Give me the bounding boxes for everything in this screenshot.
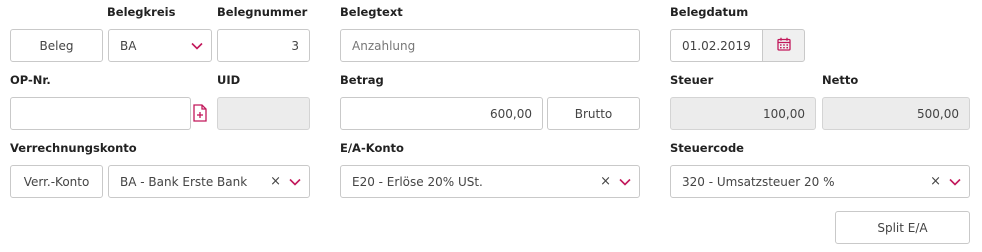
calendar-icon	[776, 37, 791, 54]
verrechnungskonto-value: BA - Bank Erste Bank	[120, 174, 248, 189]
betrag-input[interactable]: 600,00	[340, 97, 543, 130]
chevron-down-icon[interactable]	[619, 178, 631, 186]
clear-icon[interactable]: ×	[600, 175, 611, 188]
steuer-label: Steuer	[670, 73, 714, 87]
belegtext-placeholder: Anzahlung	[352, 38, 416, 53]
brutto-button-label: Brutto	[574, 106, 613, 121]
ea-konto-select[interactable]: E20 - Erlöse 20% USt. ×	[340, 165, 640, 198]
clear-icon[interactable]: ×	[930, 175, 941, 188]
belegdatum-label: Belegdatum	[670, 5, 749, 19]
uid-label: UID	[217, 73, 241, 87]
steuercode-label: Steuercode	[670, 141, 744, 155]
belegtext-label: Belegtext	[340, 5, 403, 19]
steuercode-value: 320 - Umsatzsteuer 20 %	[682, 174, 835, 189]
op-nr-label: OP-Nr.	[10, 73, 51, 87]
verrechnungskonto-select[interactable]: BA - Bank Erste Bank ×	[108, 165, 310, 198]
chevron-down-icon[interactable]	[949, 178, 961, 186]
belegtext-input[interactable]: Anzahlung	[340, 29, 640, 62]
ea-konto-value: E20 - Erlöse 20% USt.	[352, 174, 483, 189]
verr-konto-button[interactable]: Verr.-Konto	[10, 165, 103, 198]
belegnummer-label: Belegnummer	[217, 5, 308, 19]
split-ea-button-label: Split E/A	[877, 220, 928, 235]
verrechnungskonto-label: Verrechnungskonto	[10, 141, 137, 155]
steuer-value: 100,00	[763, 106, 805, 121]
verr-konto-button-label: Verr.-Konto	[23, 174, 90, 189]
betrag-value: 600,00	[490, 106, 532, 121]
belegkreis-select[interactable]: BA	[108, 29, 212, 62]
belegdatum-value: 01.02.2019	[682, 38, 751, 53]
brutto-button[interactable]: Brutto	[547, 97, 640, 130]
ea-konto-label: E/A-Konto	[340, 141, 404, 155]
chevron-down-icon[interactable]	[289, 178, 301, 186]
beleg-button-label: Beleg	[39, 38, 74, 53]
belegkreis-label: Belegkreis	[107, 5, 176, 19]
netto-field: 500,00	[822, 97, 970, 130]
belegnummer-input[interactable]: 3	[217, 29, 310, 62]
clear-icon[interactable]: ×	[270, 175, 281, 188]
split-ea-button[interactable]: Split E/A	[835, 211, 970, 244]
belegnummer-value: 3	[291, 38, 299, 53]
belegkreis-value: BA	[120, 38, 137, 53]
steuercode-select[interactable]: 320 - Umsatzsteuer 20 % ×	[670, 165, 970, 198]
op-nr-input[interactable]	[10, 97, 191, 130]
chevron-down-icon[interactable]	[191, 42, 203, 50]
netto-value: 500,00	[917, 106, 959, 121]
betrag-label: Betrag	[340, 73, 384, 87]
document-add-icon[interactable]	[193, 104, 209, 122]
belegdatum-input[interactable]: 01.02.2019	[670, 29, 763, 62]
uid-field	[217, 97, 310, 130]
calendar-button[interactable]	[762, 29, 805, 62]
netto-label: Netto	[822, 73, 859, 87]
steuer-field: 100,00	[670, 97, 816, 130]
beleg-button[interactable]: Beleg	[10, 29, 103, 62]
